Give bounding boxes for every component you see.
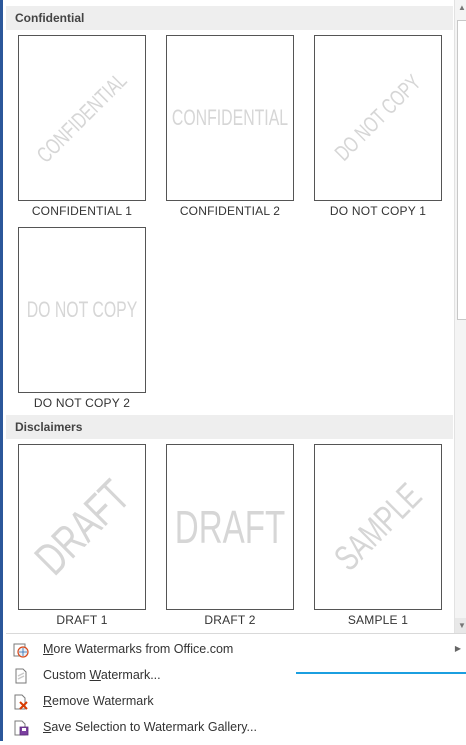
section-header-confidential: Confidential	[6, 6, 453, 30]
menu-item-label: Save Selection to Watermark Gallery...	[43, 720, 257, 734]
document-icon	[13, 667, 29, 684]
scroll-down-arrow-icon[interactable]: ▼	[455, 618, 466, 633]
gallery-item-draft-2[interactable]: DRAFT DRAFT 2	[166, 444, 296, 627]
submenu-arrow-icon: ▶	[454, 644, 461, 653]
watermark-menu: More Watermarks from Office.com ▶ Custom…	[6, 633, 466, 741]
gallery-item-do-not-copy-1[interactable]: DO NOT COPY DO NOT COPY 1	[314, 35, 444, 218]
menu-item-more-watermarks[interactable]: More Watermarks from Office.com ▶	[6, 636, 466, 662]
remove-watermark-icon	[13, 693, 29, 710]
menu-item-save-to-gallery[interactable]: Save Selection to Watermark Gallery...	[6, 714, 466, 740]
scroll-up-arrow-icon[interactable]: ▲	[455, 0, 466, 15]
gallery-item-caption: CONFIDENTIAL 2	[179, 204, 281, 218]
watermark-preview-text: DRAFT	[174, 501, 286, 553]
watermark-preview-text: DRAFT	[24, 469, 140, 585]
gallery-scrollbar[interactable]: ▲ ▼	[454, 0, 466, 633]
gallery-item-caption: DO NOT COPY 2	[33, 396, 131, 410]
gallery-item-draft-1[interactable]: DRAFT DRAFT 1	[18, 444, 148, 627]
menu-item-label: Custom Watermark...	[43, 668, 161, 682]
watermark-preview-text: DO NOT COPY	[26, 297, 138, 322]
page-thumbnail: DRAFT	[18, 444, 146, 610]
gallery-item-caption: CONFIDENTIAL 1	[31, 204, 133, 218]
gallery-item-caption: DO NOT COPY 1	[329, 204, 427, 218]
menu-item-custom-watermark[interactable]: Custom Watermark...	[6, 662, 466, 688]
page-thumbnail: CONFIDENTIAL	[18, 35, 146, 201]
save-to-gallery-icon	[13, 719, 29, 736]
gallery-item-do-not-copy-2[interactable]: DO NOT COPY DO NOT COPY 2	[18, 227, 148, 410]
gallery-item-caption: DRAFT 1	[56, 613, 108, 627]
gallery-item-confidential-2[interactable]: CONFIDENTIAL CONFIDENTIAL 2	[166, 35, 296, 218]
page-thumbnail: DO NOT COPY	[18, 227, 146, 393]
page-thumbnail: SAMPLE	[314, 444, 442, 610]
gallery-item-caption: SAMPLE 1	[347, 613, 409, 627]
page-thumbnail: DRAFT	[166, 444, 294, 610]
watermark-preview-text: DO NOT COPY	[329, 69, 426, 166]
watermark-preview-text: CONFIDENTIAL	[31, 67, 132, 168]
watermark-preview-text: CONFIDENTIAL	[171, 105, 289, 130]
page-thumbnail: DO NOT COPY	[314, 35, 442, 201]
section-header-disclaimers: Disclaimers	[6, 415, 453, 439]
accent-line	[296, 672, 466, 674]
menu-item-remove-watermark[interactable]: Remove Watermark	[6, 688, 466, 714]
watermark-dropdown-panel: Confidential CONFIDENTIAL CONFIDENTIAL 1…	[0, 0, 466, 741]
gallery-item-confidential-1[interactable]: CONFIDENTIAL CONFIDENTIAL 1	[18, 35, 148, 218]
page-thumbnail: CONFIDENTIAL	[166, 35, 294, 201]
office-globe-icon	[13, 641, 29, 658]
gallery-item-caption: DRAFT 2	[204, 613, 256, 627]
menu-item-label: More Watermarks from Office.com	[43, 642, 234, 656]
menu-item-label: Remove Watermark	[43, 694, 154, 708]
watermark-gallery: Confidential CONFIDENTIAL CONFIDENTIAL 1…	[6, 0, 453, 633]
gallery-item-sample-1[interactable]: SAMPLE SAMPLE 1	[314, 444, 444, 627]
watermark-preview-text: SAMPLE	[325, 474, 430, 579]
scroll-thumb[interactable]	[457, 20, 466, 320]
